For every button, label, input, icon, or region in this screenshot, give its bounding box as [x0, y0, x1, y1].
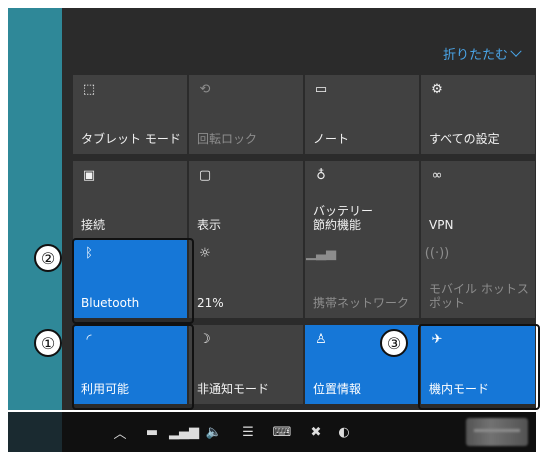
bluetooth-icon: ᛒ	[85, 245, 93, 261]
tile-label: バッテリー 節約機能	[313, 204, 374, 232]
tile-quiet-hours[interactable]: ☽ 非通知モード	[189, 325, 303, 404]
screenshot-stage: 折りたたむ ⬚ タブレット モード ⟲ 回転ロック ▭ ノート ⚙ すべての設定 ▣ 接続 ▢ 表示 ♁…	[0, 0, 543, 460]
tile-project[interactable]: ▢ 表示	[189, 161, 303, 240]
tile-wifi[interactable]: ◜ 利用可能	[73, 325, 187, 404]
mobile-hotspot-icon: ((·))	[424, 245, 450, 261]
rotation-lock-icon: ⟲	[199, 81, 211, 97]
collapse-button[interactable]: 折りたたむ	[442, 44, 522, 63]
tile-label: 携帯ネットワーク	[313, 296, 410, 310]
battery-saver-icon: ♁	[316, 167, 326, 183]
location-icon: ♙	[315, 331, 327, 347]
wifi-icon: ◜	[86, 331, 92, 347]
quiet-hours-icon: ☽	[199, 331, 211, 347]
tile-label: 非通知モード	[197, 382, 270, 396]
tile-note[interactable]: ▭ ノート	[305, 75, 419, 154]
tile-label: タブレット モード	[81, 132, 181, 146]
tile-label: すべての設定	[429, 132, 500, 146]
action-center-icon[interactable]: ☰	[240, 424, 256, 440]
connect-icon: ▣	[82, 167, 96, 183]
battery-icon[interactable]: ▬	[144, 424, 160, 440]
tile-battery-saver[interactable]: ♁ バッテリー 節約機能	[305, 161, 419, 240]
app-tray-icon[interactable]: ◐	[336, 424, 352, 440]
brightness-icon: ☼	[199, 245, 211, 261]
tile-cellular[interactable]: ▁▃▅ 携帯ネットワーク	[305, 239, 419, 318]
tile-mobile-hotspot[interactable]: ((·)) モバイル ホットス ポット	[421, 239, 535, 318]
tile-gear[interactable]: ⚙ すべての設定	[421, 75, 535, 154]
callout-number-2: ②	[34, 244, 62, 272]
callout-number-1: ①	[34, 329, 62, 357]
tile-bluetooth[interactable]: ᛒ Bluetooth	[73, 239, 187, 318]
tile-vpn[interactable]: ∞ VPN	[421, 161, 535, 240]
tile-label: 21%	[197, 296, 224, 310]
tile-label: モバイル ホットス ポット	[429, 282, 529, 310]
gear-icon: ⚙	[431, 81, 443, 97]
callout-number-3: ③	[380, 329, 408, 357]
tile-label: 表示	[197, 218, 222, 232]
network-signal-icon[interactable]: ▂▄▆	[169, 424, 199, 440]
taskbar: ︿ ▬ ▂▄▆ 🔈 ☰ ⌨ ✖ ◐	[62, 412, 536, 452]
tile-label: Bluetooth	[81, 296, 140, 310]
cellular-icon: ▁▃▅	[306, 245, 336, 261]
tile-label: 接続	[81, 218, 106, 232]
chevron-down-icon	[510, 45, 522, 57]
note-icon: ▭	[314, 81, 328, 97]
close-circle-icon[interactable]: ✖	[308, 424, 324, 440]
tablet-mode-icon: ⬚	[82, 81, 96, 97]
taskbar-clock[interactable]	[466, 418, 528, 446]
collapse-label: 折りたたむ	[442, 48, 508, 63]
vpn-icon: ∞	[431, 167, 443, 183]
touch-keyboard-icon[interactable]: ⌨	[273, 424, 292, 440]
show-hidden-icons-icon[interactable]: ︿	[112, 424, 128, 442]
tile-label: VPN	[429, 218, 454, 232]
tile-tablet-mode[interactable]: ⬚ タブレット モード	[73, 75, 187, 154]
tile-brightness[interactable]: ☼ 21%	[189, 239, 303, 318]
project-icon: ▢	[198, 167, 212, 183]
taskbar-left-edge	[8, 412, 62, 452]
tile-label: 機内モード	[429, 382, 490, 396]
tile-label: 回転ロック	[197, 132, 258, 146]
tile-connect[interactable]: ▣ 接続	[73, 161, 187, 240]
airplane-icon: ✈	[431, 331, 443, 347]
tile-airplane[interactable]: ✈ 機内モード	[421, 325, 535, 404]
tile-rotation-lock[interactable]: ⟲ 回転ロック	[189, 75, 303, 154]
volume-icon[interactable]: 🔈	[206, 424, 222, 440]
tile-label: 位置情報	[313, 382, 362, 396]
tile-label: 利用可能	[81, 382, 130, 396]
tile-label: ノート	[313, 132, 350, 146]
